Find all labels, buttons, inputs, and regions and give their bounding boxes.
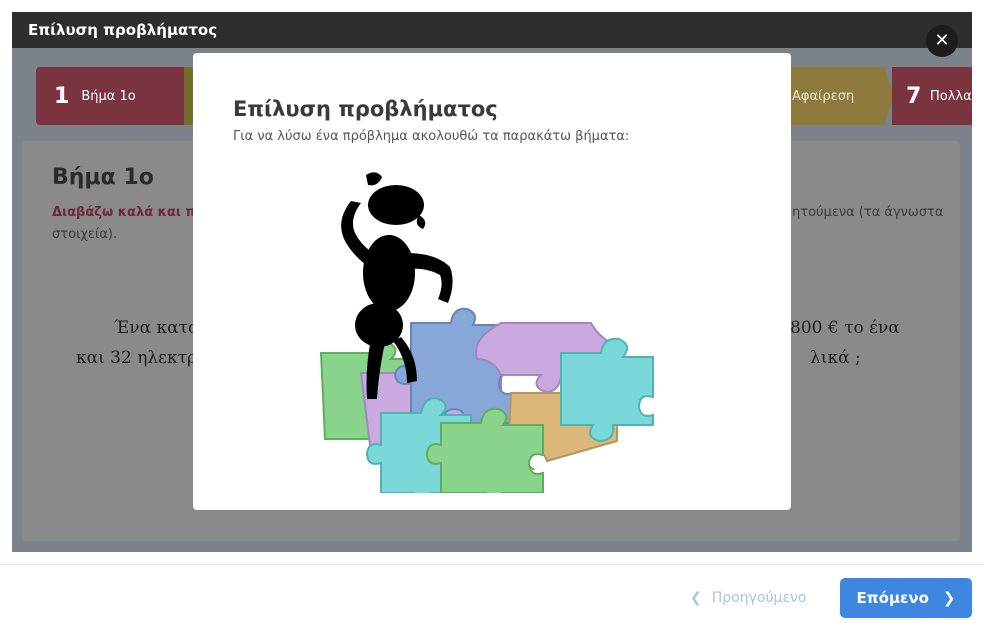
modal-description: Για να λύσω ένα πρόβλημα ακολουθώ τα παρ… — [233, 129, 630, 144]
step-6-label: Αφαίρεση — [792, 88, 855, 104]
card-instruction-continued: στοιχεία). — [52, 227, 118, 242]
problem-text-left-1: Ένα κατα — [114, 318, 200, 338]
previous-button[interactable]: ❮ Προηγούμενο — [690, 590, 806, 606]
chevron-right-icon: ❯ — [942, 589, 956, 607]
puzzle-teal-right — [560, 337, 654, 443]
step-6[interactable]: Αφαίρεση — [784, 67, 894, 125]
close-button[interactable]: ✕ — [926, 25, 958, 57]
step-1-number: 1 — [54, 83, 70, 109]
modal-title: Επίλυση προβλήματος — [233, 97, 498, 121]
step-7[interactable]: 7 Πολλα — [892, 67, 972, 125]
step-7-label: Πολλα — [930, 88, 972, 104]
problem-text-right-1: 800 € το ένα — [790, 318, 900, 338]
next-button[interactable]: Επόμενο ❯ — [840, 578, 972, 618]
previous-button-label: Προηγούμενο — [711, 590, 807, 606]
thinking-person-puzzle-icon — [319, 172, 654, 493]
card-instruction-right: ητούμενα (τα άγνωστα — [792, 205, 944, 220]
chevron-left-icon: ❮ — [690, 590, 702, 606]
close-icon: ✕ — [934, 30, 950, 51]
step-7-number: 7 — [906, 83, 922, 109]
card-title: Βήμα 1ο — [52, 165, 154, 190]
step-1[interactable]: 1 Βήμα 1ο — [36, 67, 198, 125]
problem-text-right-2: λικά ; — [810, 348, 861, 368]
window-title: Επίλυση προβλήματος — [12, 12, 972, 48]
card-instruction: Διαβάζω καλά και π — [52, 205, 196, 220]
next-button-label: Επόμενο — [856, 589, 929, 607]
info-modal: Επίλυση προβλήματος Για να λύσω ένα πρόβ… — [193, 53, 791, 510]
footer-divider — [0, 564, 984, 565]
step-1-label: Βήμα 1ο — [81, 88, 136, 104]
problem-text-left-2: και 32 ηλεκτρ — [76, 348, 198, 368]
